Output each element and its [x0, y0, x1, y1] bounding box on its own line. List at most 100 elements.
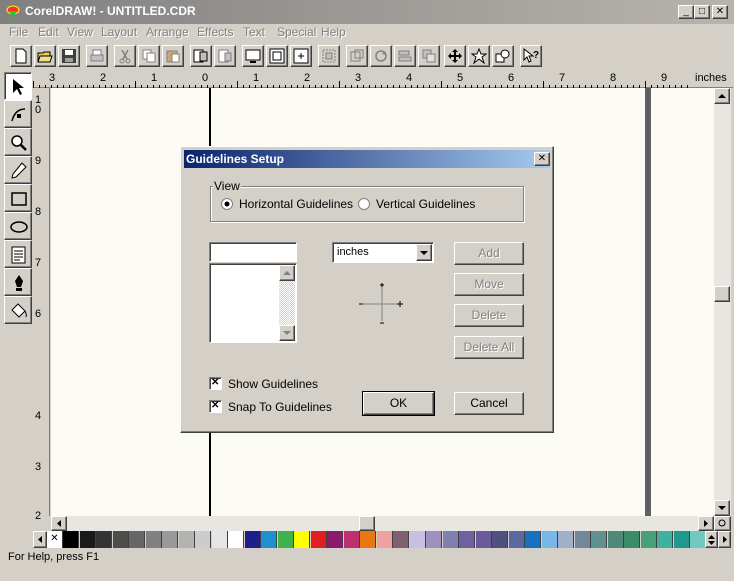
- color-swatch[interactable]: [228, 531, 244, 548]
- text-tool[interactable]: [4, 240, 32, 268]
- no-color-swatch[interactable]: ✕: [47, 531, 63, 548]
- horizontal-scroll-thumb[interactable]: [359, 516, 375, 531]
- new-button[interactable]: [10, 45, 32, 67]
- color-swatch[interactable]: [607, 531, 624, 548]
- color-swatch[interactable]: [475, 531, 492, 548]
- shape-tool[interactable]: [4, 100, 32, 128]
- group-button[interactable]: [318, 45, 340, 67]
- color-swatch[interactable]: [195, 531, 211, 548]
- move-button[interactable]: Move: [454, 273, 524, 296]
- color-swatch[interactable]: [261, 531, 277, 548]
- import-button[interactable]: [190, 45, 212, 67]
- pick-tool[interactable]: [4, 72, 32, 100]
- add-button[interactable]: Add: [454, 242, 524, 265]
- context-help-button[interactable]: ?: [520, 45, 542, 67]
- close-button[interactable]: ✕: [712, 5, 728, 19]
- vertical-scrollbar[interactable]: [714, 88, 731, 516]
- list-scroll-up-button[interactable]: [279, 265, 295, 281]
- move-button[interactable]: [444, 45, 466, 67]
- wireframe-button[interactable]: [242, 45, 264, 67]
- color-swatch[interactable]: [525, 531, 541, 548]
- color-swatch[interactable]: [178, 531, 195, 548]
- color-swatch[interactable]: [442, 531, 459, 548]
- zoom-fit-button[interactable]: [290, 45, 312, 67]
- dialog-close-button[interactable]: ✕: [534, 152, 550, 166]
- color-swatch[interactable]: [393, 531, 409, 548]
- color-swatch[interactable]: [360, 531, 376, 548]
- color-swatch[interactable]: [640, 531, 657, 548]
- menu-edit[interactable]: Edit: [38, 25, 59, 39]
- color-swatch[interactable]: [574, 531, 591, 548]
- scroll-down-button[interactable]: [714, 500, 730, 516]
- color-swatch[interactable]: [591, 531, 607, 548]
- color-swatch[interactable]: [327, 531, 343, 548]
- guideline-position-input[interactable]: [209, 242, 297, 262]
- rectangle-tool[interactable]: [4, 184, 32, 212]
- color-swatch[interactable]: [673, 531, 690, 548]
- menu-effects[interactable]: Effects: [197, 25, 233, 39]
- guidelines-list[interactable]: [209, 263, 297, 343]
- color-swatch[interactable]: [624, 531, 640, 548]
- align-button[interactable]: [394, 45, 416, 67]
- color-swatch[interactable]: [541, 531, 558, 548]
- fill-tool[interactable]: [4, 296, 32, 324]
- symbols-button[interactable]: [468, 45, 490, 67]
- ok-button[interactable]: OK: [362, 391, 435, 416]
- ellipse-tool[interactable]: [4, 212, 32, 240]
- color-swatch[interactable]: [343, 531, 360, 548]
- cut-button[interactable]: [114, 45, 136, 67]
- print-button[interactable]: [86, 45, 108, 67]
- color-swatch[interactable]: [492, 531, 508, 548]
- vertical-guidelines-radio[interactable]: Vertical Guidelines: [358, 196, 508, 212]
- delete-button[interactable]: Delete: [454, 304, 524, 327]
- list-scrollbar[interactable]: [279, 265, 295, 341]
- color-swatch[interactable]: [690, 531, 706, 548]
- paste-button[interactable]: [162, 45, 184, 67]
- vertical-scroll-thumb[interactable]: [714, 286, 730, 302]
- units-dropdown-button[interactable]: [416, 244, 432, 261]
- color-swatch[interactable]: [211, 531, 228, 548]
- color-swatch[interactable]: [409, 531, 426, 548]
- cancel-button[interactable]: Cancel: [454, 392, 524, 415]
- menu-help[interactable]: Help: [321, 25, 346, 39]
- palette-expand-button[interactable]: [705, 531, 718, 548]
- color-swatch[interactable]: [310, 531, 327, 548]
- color-swatch[interactable]: [558, 531, 574, 548]
- menu-file[interactable]: File: [9, 25, 28, 39]
- palette-scroll-left-button[interactable]: [33, 531, 47, 548]
- palette-scroll-right-button[interactable]: [718, 531, 731, 548]
- color-swatch[interactable]: [244, 531, 261, 548]
- scroll-right-button[interactable]: [698, 516, 714, 531]
- color-swatch[interactable]: [459, 531, 475, 548]
- rotate-button[interactable]: [370, 45, 392, 67]
- scroll-up-button[interactable]: [714, 88, 730, 104]
- color-swatch[interactable]: [129, 531, 145, 548]
- menu-arrange[interactable]: Arrange: [146, 25, 189, 39]
- shapes-button[interactable]: [492, 45, 514, 67]
- minimize-button[interactable]: _: [678, 5, 694, 19]
- view-manager-button[interactable]: [714, 516, 731, 531]
- menu-text[interactable]: Text: [243, 25, 265, 39]
- color-swatch[interactable]: [277, 531, 294, 548]
- scroll-left-button[interactable]: [51, 516, 67, 531]
- menu-special[interactable]: Special: [277, 25, 316, 39]
- copy-button[interactable]: [138, 45, 160, 67]
- order-button[interactable]: [418, 45, 440, 67]
- save-button[interactable]: [58, 45, 80, 67]
- units-select[interactable]: inches: [332, 242, 434, 263]
- color-swatch[interactable]: [508, 531, 525, 548]
- menu-layout[interactable]: Layout: [101, 25, 137, 39]
- export-button[interactable]: [214, 45, 236, 67]
- color-swatch[interactable]: [112, 531, 129, 548]
- outline-tool[interactable]: [4, 268, 32, 296]
- zoom-tool[interactable]: [4, 128, 32, 156]
- delete-all-button[interactable]: Delete All: [454, 336, 524, 359]
- color-swatch[interactable]: [426, 531, 442, 548]
- list-scroll-down-button[interactable]: [279, 325, 295, 341]
- full-screen-preview-button[interactable]: [266, 45, 288, 67]
- color-swatch[interactable]: [294, 531, 310, 548]
- color-swatch[interactable]: [376, 531, 393, 548]
- menu-view[interactable]: View: [67, 25, 93, 39]
- color-swatch[interactable]: [63, 531, 79, 548]
- show-guidelines-checkbox[interactable]: ✕ Show Guidelines: [209, 376, 339, 392]
